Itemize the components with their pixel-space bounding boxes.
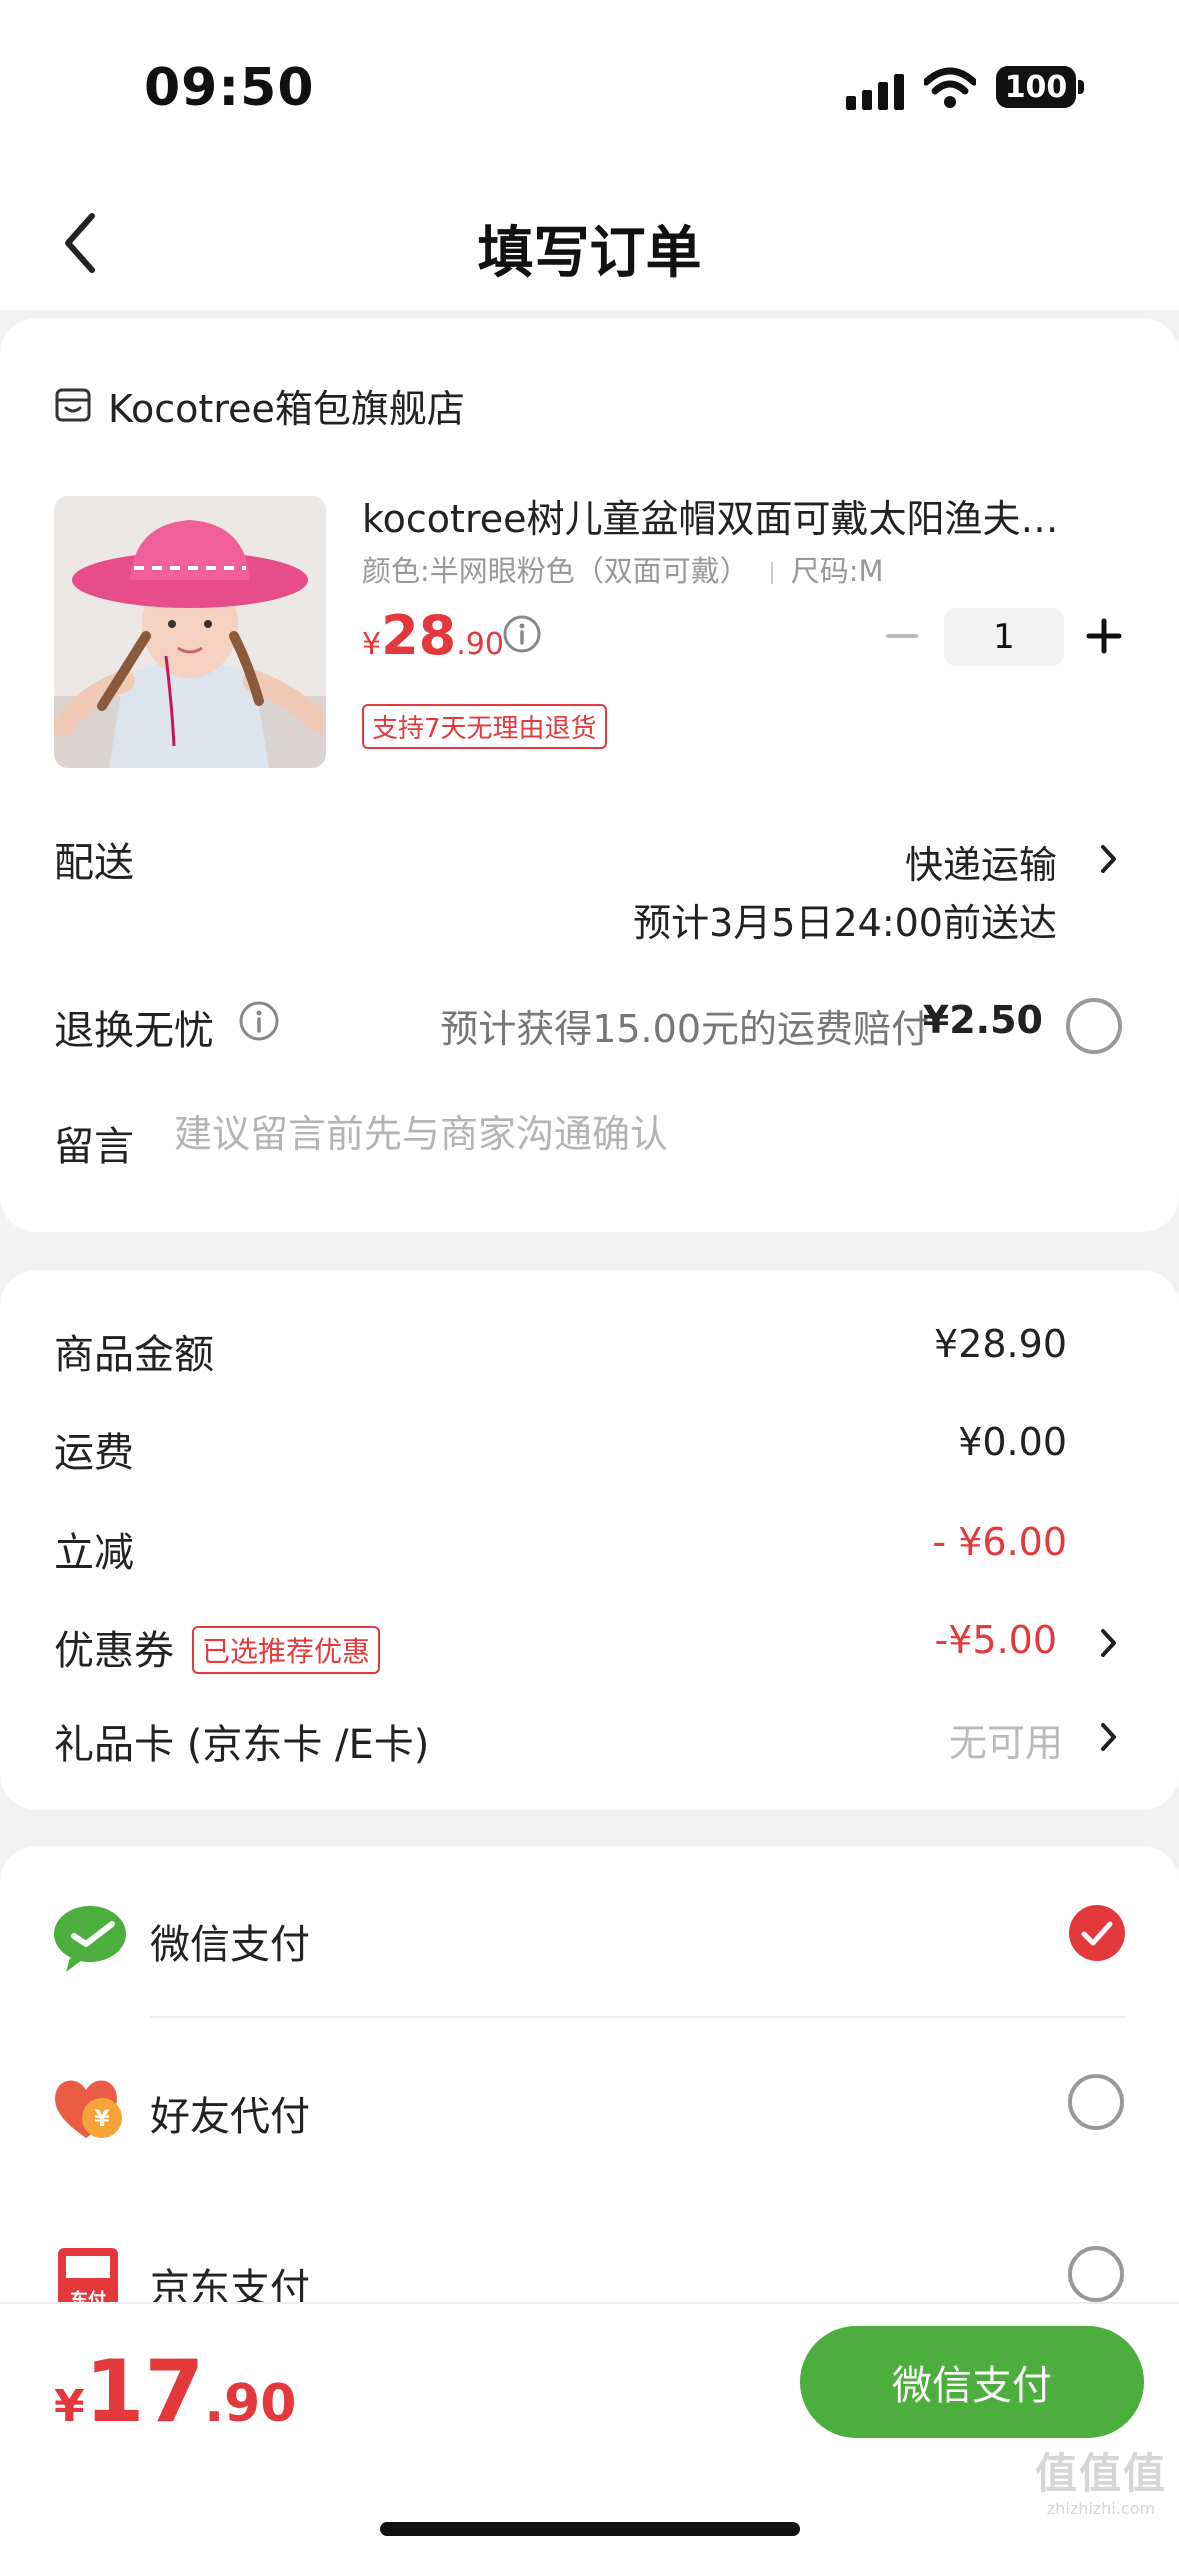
coupon-value[interactable]: -¥5.00 [935, 1618, 1058, 1662]
goods-amount-value: ¥28.90 [934, 1322, 1067, 1366]
amount-card: 商品金额 ¥28.90 运费 ¥0.00 立减 - ¥6.00 优惠券 已选推荐… [0, 1270, 1179, 1810]
product-title[interactable]: kocotree树儿童盆帽双面可戴太阳渔夫… [362, 488, 1102, 543]
coupon-chevron-icon[interactable] [1098, 1626, 1120, 1660]
worry-free-info-icon[interactable] [238, 1000, 280, 1042]
store-name[interactable]: Kocotree箱包旗舰店 [108, 378, 465, 433]
watermark-logo-text: 值值值 [1034, 2449, 1167, 2498]
total-price: ¥17.90 [54, 2342, 296, 2442]
watermark: 值值值 zhizhizhi.com [1026, 2450, 1176, 2520]
shipping-value: ¥0.00 [958, 1420, 1067, 1464]
order-page: 09:50 100 填写订单 Kocotree箱包旗舰店 kocotree树儿童… [0, 0, 1179, 2556]
giftcard-chevron-icon[interactable] [1098, 1720, 1120, 1754]
checkout-bar: ¥17.90 微信支付 值值值 zhizhizhi.com [0, 2302, 1179, 2556]
status-time: 09:50 [144, 58, 315, 118]
battery-level: 100 [1004, 69, 1068, 105]
delivery-chevron-icon[interactable] [1098, 842, 1120, 876]
watermark-url: zhizhizhi.com [1046, 2499, 1156, 2518]
total-price-integer: 17 [84, 2342, 205, 2442]
friend-pay-radio[interactable] [1068, 2074, 1124, 2130]
shipping-label: 运费 [54, 1430, 134, 1476]
friend-pay-icon: ¥ [55, 2080, 122, 2138]
giftcard-value[interactable]: 无可用 [949, 1712, 1063, 1767]
battery-icon: 100 [996, 66, 1084, 108]
message-label: 留言 [54, 1124, 134, 1170]
product-spec[interactable]: 颜色:半网眼粉色（双面可戴） 尺码:M [362, 548, 884, 590]
wechat-selected-check-icon[interactable] [1068, 1904, 1126, 1962]
discount-label: 立减 [54, 1530, 134, 1576]
friend-pay-icon-glyph: ¥ [94, 2107, 110, 2132]
price-info-icon[interactable] [502, 614, 542, 654]
message-input[interactable] [174, 1112, 1074, 1156]
nav-bar: 填写订单 [0, 170, 1179, 310]
worry-free-description: 预计获得15.00元的运费赔付 [440, 1007, 929, 1051]
cellular-signal-icon [846, 72, 906, 110]
quantity-value[interactable]: 1 [944, 608, 1064, 666]
quantity-decrease-button[interactable] [884, 618, 920, 654]
coupon-label: 优惠券 [54, 1628, 174, 1674]
discount-value: - ¥6.00 [932, 1520, 1067, 1564]
home-indicator [380, 2522, 800, 2536]
worry-free-label: 退换无忧 [54, 1008, 214, 1054]
goods-amount-label: 商品金额 [54, 1332, 214, 1378]
page-title: 填写订单 [477, 221, 702, 286]
spec-divider [770, 562, 773, 584]
quantity-increase-button[interactable] [1086, 618, 1122, 654]
status-bar: 09:50 100 [0, 0, 1179, 170]
delivery-eta: 预计3月5日24:00前送达 [633, 901, 1057, 945]
pay-button[interactable]: 微信支付 [800, 2326, 1144, 2438]
payment-wechat-label[interactable]: 微信支付 [150, 1912, 310, 1970]
wechat-pay-icon [54, 1906, 126, 1972]
delivery-label: 配送 [54, 840, 134, 886]
worry-free-radio[interactable] [1066, 998, 1122, 1054]
jd-pay-radio[interactable] [1068, 2246, 1124, 2302]
product-image[interactable] [54, 496, 326, 768]
giftcard-label: 礼品卡 (京东卡 /E卡) [54, 1722, 430, 1768]
store-icon [55, 388, 91, 422]
product-price-symbol: ¥ [362, 627, 382, 662]
return-policy-badge: 支持7天无理由退货 [362, 704, 607, 749]
payment-friend-label[interactable]: 好友代付 [150, 2084, 310, 2142]
total-price-symbol: ¥ [54, 2381, 85, 2432]
worry-free-price: ¥2.50 [922, 998, 1043, 1042]
wifi-icon [924, 67, 976, 108]
delivery-method[interactable]: 快递运输 [905, 834, 1057, 889]
payment-divider [150, 2016, 1125, 2018]
product-price-decimal: .90 [456, 627, 504, 662]
total-price-decimal: .90 [204, 2374, 297, 2434]
product-color-spec: 颜色:半网眼粉色（双面可戴） [362, 554, 749, 588]
coupon-badge: 已选推荐优惠 [192, 1626, 381, 1674]
store-card: Kocotree箱包旗舰店 kocotree树儿童盆帽双面可戴太阳渔夫… 颜色:… [0, 318, 1179, 1232]
product-price: ¥28.90 [362, 604, 504, 667]
product-size-spec: 尺码:M [790, 554, 884, 588]
product-price-integer: 28 [381, 604, 457, 667]
